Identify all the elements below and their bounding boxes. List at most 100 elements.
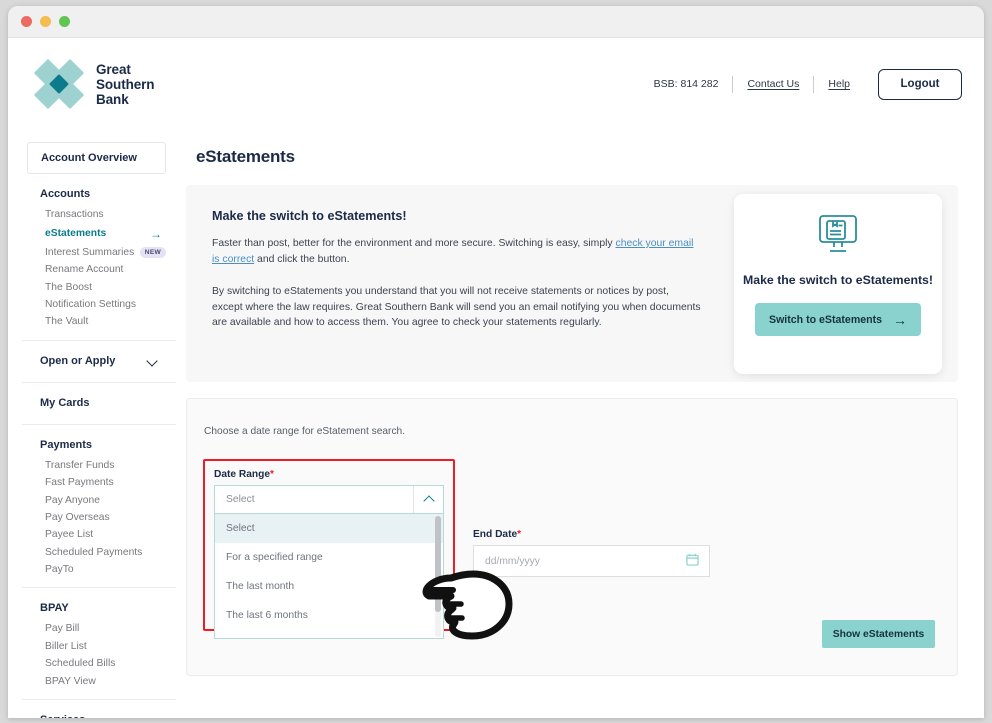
- estatement-search-panel: Choose a date range for eStatement searc…: [186, 398, 958, 676]
- required-asterisk: *: [270, 469, 274, 480]
- sidebar-item-label: Fast Payments: [45, 477, 114, 489]
- sidebar-item-bpay-view[interactable]: BPAY View: [27, 672, 166, 689]
- logo-wordmark: Great Southern Bank: [96, 61, 155, 107]
- sidebar-heading-payments: Payments: [40, 438, 92, 451]
- sidebar-item-payto[interactable]: PayTo: [27, 561, 166, 578]
- promo-paragraph-2: By switching to eStatements you understa…: [212, 286, 701, 328]
- sidebar-item-label: eStatements: [45, 228, 107, 240]
- page-body: Account Overview Accounts Transactions e…: [8, 130, 984, 718]
- switch-button-label: Switch to eStatements: [769, 313, 883, 326]
- promo-card-title: Make the switch to eStatements!: [743, 273, 933, 287]
- promo-para1-pre: Faster than post, better for the environ…: [212, 238, 616, 249]
- minimize-window-button[interactable]: [40, 16, 51, 27]
- sidebar-group-bpay: BPAY Pay Bill Biller List Scheduled Bill…: [22, 587, 176, 699]
- sidebar-item-label: The Boost: [45, 281, 92, 293]
- sidebar-nav: Account Overview Accounts Transactions e…: [8, 130, 176, 718]
- sidebar-item-scheduled-payments[interactable]: Scheduled Payments: [27, 544, 166, 561]
- sidebar-item-pay-anyone[interactable]: Pay Anyone: [27, 491, 166, 508]
- end-date-label: End Date*: [473, 529, 710, 540]
- dropdown-scrollbar-thumb[interactable]: [435, 516, 441, 612]
- sidebar-item-pay-overseas[interactable]: Pay Overseas: [27, 509, 166, 526]
- sidebar-item-notification-settings[interactable]: Notification Settings: [27, 296, 166, 313]
- sidebar-item-label: Pay Anyone: [45, 494, 100, 506]
- end-date-label-text: End Date: [473, 529, 518, 540]
- sidebar-item-label: BPAY View: [45, 675, 96, 687]
- sidebar-heading-bpay: BPAY: [40, 602, 69, 615]
- sidebar-item-interest-summaries[interactable]: Interest Summaries NEW: [27, 244, 166, 261]
- promo-paragraph-1: Faster than post, better for the environ…: [212, 236, 702, 267]
- chevron-down-icon: [147, 357, 160, 365]
- search-fields-row: Date Range* Select Select For a specifie…: [203, 459, 935, 639]
- window-titlebar: [8, 6, 984, 38]
- sidebar-group-payments: Payments Transfer Funds Fast Payments Pa…: [22, 423, 176, 588]
- arrow-right-icon: →: [150, 226, 162, 241]
- sidebar-heading-services: Services: [27, 700, 166, 718]
- sidebar-item-label: Notification Settings: [45, 299, 137, 311]
- date-range-label-text: Date Range: [214, 469, 271, 480]
- sidebar-item-payee-list[interactable]: Payee List: [27, 526, 166, 543]
- dropdown-option-last-6-months[interactable]: The last 6 months: [215, 601, 443, 630]
- dropdown-option-select[interactable]: Select: [215, 514, 443, 543]
- search-hint-text: Choose a date range for eStatement searc…: [204, 426, 406, 437]
- sidebar-item-pay-bill[interactable]: Pay Bill: [27, 620, 166, 637]
- switch-to-estatements-button[interactable]: Switch to eStatements →: [755, 303, 921, 336]
- logout-button[interactable]: Logout: [878, 68, 962, 100]
- sidebar-item-label: Interest Summaries: [45, 246, 135, 258]
- required-asterisk: *: [517, 529, 522, 540]
- promo-para1-post: and click the button.: [254, 253, 350, 265]
- sidebar-item-transfer-funds[interactable]: Transfer Funds: [27, 457, 166, 474]
- sidebar-item-fast-payments[interactable]: Fast Payments: [27, 474, 166, 491]
- page-title: eStatements: [196, 147, 295, 166]
- switch-promo-card: Make the switch to eStatements! Switch t…: [734, 194, 942, 374]
- close-window-button[interactable]: [21, 16, 32, 27]
- sidebar-heading-accounts: Accounts: [40, 188, 91, 200]
- chevron-up-icon[interactable]: [413, 486, 443, 513]
- sidebar-item-label: Biller List: [45, 640, 87, 652]
- sidebar-item-estatements[interactable]: eStatements →: [27, 223, 166, 243]
- page-content: Great Southern Bank BSB: 814 282 Contact…: [8, 38, 984, 718]
- date-range-selected-value: Select: [226, 494, 255, 505]
- show-estatements-button[interactable]: Show eStatements: [822, 620, 935, 648]
- contact-us-link[interactable]: Contact Us: [733, 78, 813, 90]
- end-date-placeholder: dd/mm/yyyy: [485, 555, 540, 567]
- sidebar-item-account-overview[interactable]: Account Overview: [27, 142, 166, 174]
- sidebar-item-transactions[interactable]: Transactions: [27, 206, 166, 223]
- sidebar-item-the-boost[interactable]: The Boost: [27, 279, 166, 296]
- sidebar-item-label: Transactions: [45, 209, 104, 221]
- sidebar-item-label: Pay Bill: [45, 623, 80, 635]
- sidebar-heading-my-cards[interactable]: My Cards: [27, 383, 166, 415]
- dropdown-option-last-month[interactable]: The last month: [215, 572, 443, 601]
- sidebar-item-label: PayTo: [45, 564, 74, 576]
- sidebar-group-services: Services Pay ID My Details Manage Limits…: [22, 698, 176, 718]
- header-utility-nav: BSB: 814 282 Contact Us Help Logout: [653, 68, 962, 100]
- maximize-window-button[interactable]: [59, 16, 70, 27]
- logo-line-1: Great: [96, 61, 131, 77]
- date-range-field-highlight: Date Range* Select Select For a specifie…: [203, 459, 455, 639]
- sidebar-item-biller-list[interactable]: Biller List: [27, 638, 166, 655]
- date-range-dropdown-list[interactable]: Select For a specified range The last mo…: [214, 514, 444, 639]
- logo-line-3: Bank: [96, 91, 129, 107]
- sidebar-item-label: Scheduled Payments: [45, 546, 143, 558]
- promo-panel: Make the switch to eStatements! Faster t…: [186, 185, 958, 382]
- sidebar-item-rename-account[interactable]: Rename Account: [27, 261, 166, 278]
- date-range-label: Date Range*: [214, 469, 444, 480]
- sidebar-item-the-vault[interactable]: The Vault: [27, 313, 166, 330]
- end-date-field: End Date* dd/mm/yyyy: [473, 459, 710, 631]
- sidebar-item-label: Payee List: [45, 529, 94, 541]
- help-link[interactable]: Help: [814, 78, 864, 90]
- brand-logo[interactable]: Great Southern Bank: [33, 58, 155, 110]
- end-date-input[interactable]: dd/mm/yyyy: [473, 545, 710, 577]
- sidebar-group-my-cards: My Cards: [22, 381, 176, 424]
- sidebar-item-scheduled-bills[interactable]: Scheduled Bills: [27, 655, 166, 672]
- sidebar-group-accounts: Accounts Transactions eStatements → Inte…: [22, 174, 176, 340]
- sidebar-heading-open-or-apply[interactable]: Open or Apply: [27, 341, 166, 373]
- sidebar-group-open-or-apply: Open or Apply: [22, 339, 176, 382]
- sidebar-item-label: Scheduled Bills: [45, 658, 116, 670]
- bsb-number: BSB: 814 282: [653, 78, 719, 90]
- sidebar-item-label: Rename Account: [45, 264, 124, 276]
- date-range-select[interactable]: Select: [214, 485, 444, 514]
- dropdown-option-specified-range[interactable]: For a specified range: [215, 543, 443, 572]
- calendar-icon[interactable]: [686, 553, 699, 569]
